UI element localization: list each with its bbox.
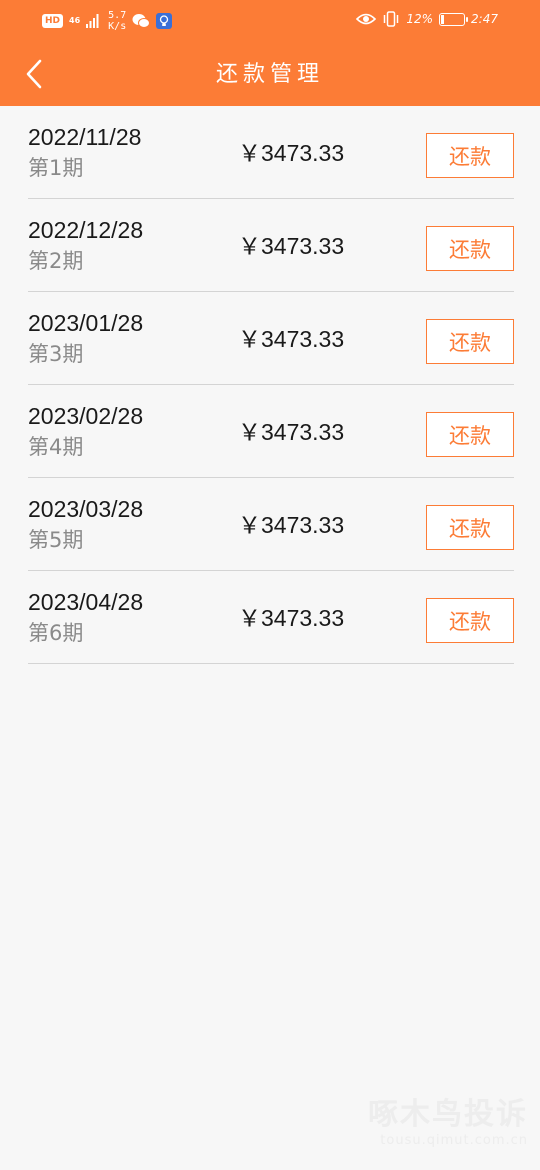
repay-button[interactable]: 还款: [426, 226, 514, 271]
status-bar: HD 46 5.7 K/s 12% 2:47: [0, 0, 540, 40]
due-date: 2023/01/28: [28, 310, 144, 336]
period-label: 第4期: [28, 435, 84, 459]
period-label: 第2期: [28, 249, 84, 273]
list-item: 2023/02/28 第4期 ￥3473.33 还款: [28, 385, 514, 478]
vibrate-icon: [384, 11, 399, 27]
list-item: 2023/04/28 第6期 ￥3473.33 还款: [28, 571, 514, 664]
network-type: 46: [69, 16, 81, 25]
hd-badge: HD: [42, 14, 64, 28]
repayment-list: 2022/11/28 第1期 ￥3473.33 还款 2022/12/28 第2期 ￥347…: [0, 106, 540, 664]
amount: ￥3473.33: [238, 140, 345, 166]
amount: ￥3473.33: [238, 605, 345, 631]
period-label: 第1期: [28, 156, 84, 180]
list-item: 2022/12/28 第2期 ￥3473.33 还款: [28, 199, 514, 292]
due-date: 2023/04/28: [28, 589, 144, 615]
due-date: 2023/03/28: [28, 496, 144, 522]
bulb-app-icon: [156, 13, 173, 29]
list-item: 2022/11/28 第1期 ￥3473.33 还款: [28, 106, 514, 199]
signal-icon: [86, 14, 99, 28]
list-item: 2023/01/28 第3期 ￥3473.33 还款: [28, 292, 514, 385]
due-date: 2022/11/28: [28, 124, 142, 150]
period-label: 第6期: [28, 621, 84, 645]
repay-button[interactable]: 还款: [426, 319, 514, 364]
period-label: 第3期: [28, 342, 84, 366]
page-title: 还款管理: [215, 62, 324, 87]
eye-icon: [356, 13, 377, 25]
network-speed: 5.7 K/s: [108, 10, 126, 32]
due-date: 2023/02/28: [28, 403, 144, 429]
period-label: 第5期: [28, 528, 84, 552]
clock: 2:47: [471, 12, 498, 26]
speed-value: 5.7: [108, 10, 127, 21]
watermark-url: tousu.qimut.com.cn: [380, 1133, 528, 1148]
amount: ￥3473.33: [238, 419, 345, 445]
amount: ￥3473.33: [238, 326, 345, 352]
watermark-logo-text: 啄木鸟投诉: [368, 1097, 528, 1132]
app-header: HD 46 5.7 K/s 12% 2:47 还款管理: [0, 0, 540, 106]
repay-button[interactable]: 还款: [426, 505, 514, 550]
battery-fill: [441, 14, 445, 24]
repay-button[interactable]: 还款: [426, 412, 514, 457]
speed-unit: K/s: [108, 21, 127, 32]
amount: ￥3473.33: [238, 233, 345, 259]
amount: ￥3473.33: [238, 512, 345, 538]
battery-icon: [439, 12, 469, 26]
repay-button[interactable]: 还款: [426, 598, 514, 643]
repay-button[interactable]: 还款: [426, 133, 514, 178]
status-right: 12% 2:47: [356, 11, 498, 27]
watermark: 啄木鸟投诉 tousu.qimut.com.cn: [368, 1089, 528, 1148]
status-left: HD 46 5.7 K/s: [42, 10, 173, 32]
battery-percent: 12%: [406, 12, 434, 26]
wechat-icon: [132, 14, 151, 28]
list-item: 2023/03/28 第5期 ￥3473.33 还款: [28, 478, 514, 571]
due-date: 2022/12/28: [28, 217, 144, 243]
